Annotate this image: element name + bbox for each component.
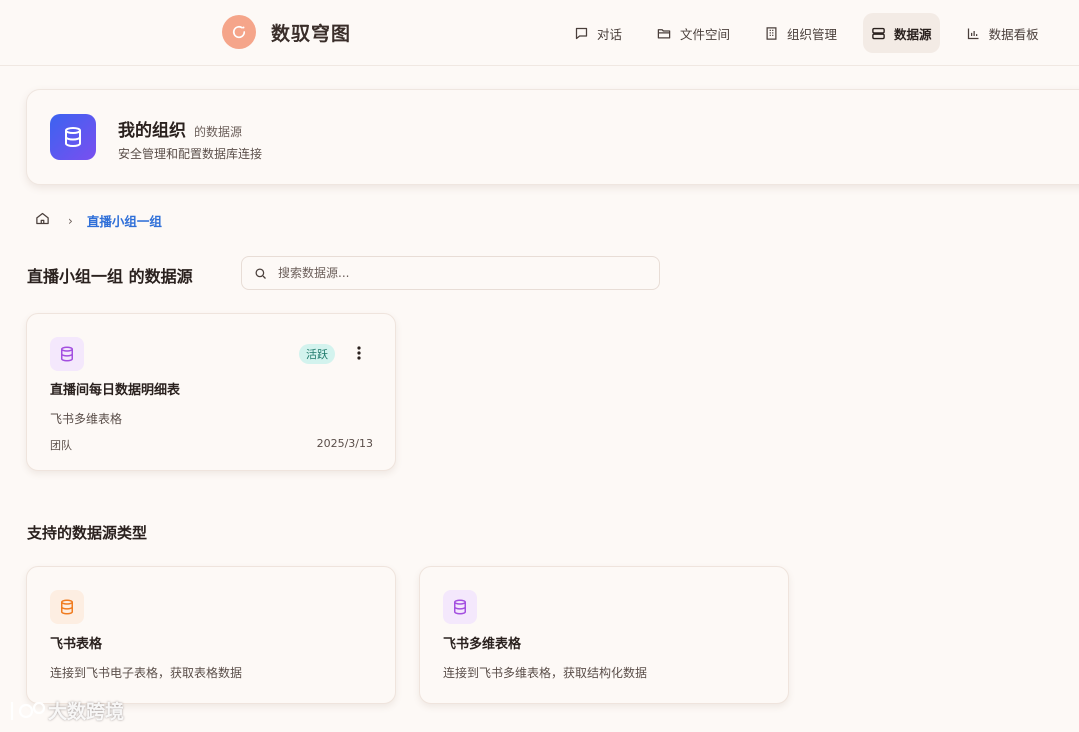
nav-item-label: 文件空间 <box>680 26 731 42</box>
watermark: 大数跨境 <box>8 697 124 724</box>
nav-item-label: 数据看板 <box>988 26 1039 42</box>
page-subtitle: 安全管理和配置数据库连接 <box>118 147 263 161</box>
database-icon <box>50 590 84 624</box>
app-name: 数驭穹图 <box>271 22 352 45</box>
breadcrumb: › 直播小组一组 <box>35 211 162 230</box>
main-nav: 对话 文件空间 组织管理 数据源 数据看板 <box>566 13 1047 53</box>
datasource-date: 2025/3/13 <box>316 437 373 450</box>
type-name: 飞书表格 <box>50 637 103 652</box>
search-input[interactable] <box>278 266 638 280</box>
bar-chart-icon <box>967 28 979 39</box>
org-header-card: 我的组织 的数据源 安全管理和配置数据库连接 <box>26 89 1079 185</box>
server-icon <box>872 27 885 39</box>
status-badge: 活跃 <box>299 344 335 364</box>
nav-item-label: 数据源 <box>894 26 932 42</box>
brand-logo-icon <box>222 15 256 49</box>
database-icon <box>443 590 477 624</box>
search-box <box>241 256 660 290</box>
section-title: 直播小组一组 的数据源 <box>27 267 193 286</box>
folder-icon <box>657 28 671 38</box>
type-description: 连接到飞书多维表格，获取结构化数据 <box>443 666 648 680</box>
type-card-feishu-sheet[interactable]: 飞书表格 连接到飞书电子表格，获取表格数据 <box>26 566 396 704</box>
chevron-right-icon: › <box>68 213 73 228</box>
database-icon <box>50 337 84 371</box>
nav-item-datasource[interactable]: 数据源 <box>863 13 940 53</box>
home-icon[interactable] <box>35 211 50 230</box>
type-description: 连接到飞书电子表格，获取表格数据 <box>50 666 243 680</box>
datasource-name: 直播间每日数据明细表 <box>50 383 181 398</box>
more-options-icon[interactable] <box>353 345 365 365</box>
org-title: 我的组织 <box>118 121 186 141</box>
type-name: 飞书多维表格 <box>443 637 522 652</box>
search-icon <box>255 268 266 279</box>
datasource-type: 飞书多维表格 <box>50 412 123 426</box>
nav-item-label: 组织管理 <box>787 26 838 42</box>
nav-item-dashboard[interactable]: 数据看板 <box>958 13 1047 53</box>
watermark-logo-icon <box>10 701 46 720</box>
watermark-text: 大数跨境 <box>48 701 125 723</box>
top-bar: 数驭穹图 对话 文件空间 组织管理 数据源 数据看板 <box>0 0 1079 66</box>
chat-icon <box>575 27 588 39</box>
brand[interactable]: 数驭穹图 <box>222 15 351 49</box>
nav-item-chat[interactable]: 对话 <box>566 13 630 53</box>
nav-item-org-management[interactable]: 组织管理 <box>756 13 845 53</box>
building-icon <box>766 26 777 40</box>
type-card-feishu-bitable[interactable]: 飞书多维表格 连接到飞书多维表格，获取结构化数据 <box>419 566 789 704</box>
breadcrumb-current[interactable]: 直播小组一组 <box>87 211 162 230</box>
datasource-card[interactable]: 活跃 直播间每日数据明细表 飞书多维表格 团队 2025/3/13 <box>26 313 396 471</box>
datasource-owner: 团队 <box>50 439 72 452</box>
org-title-suffix: 的数据源 <box>194 125 243 139</box>
nav-item-file-space[interactable]: 文件空间 <box>648 13 738 53</box>
page-title: 我的组织 的数据源 <box>118 116 242 141</box>
database-icon <box>50 114 96 160</box>
nav-item-label: 对话 <box>597 26 623 42</box>
supported-types-title: 支持的数据源类型 <box>27 524 148 542</box>
